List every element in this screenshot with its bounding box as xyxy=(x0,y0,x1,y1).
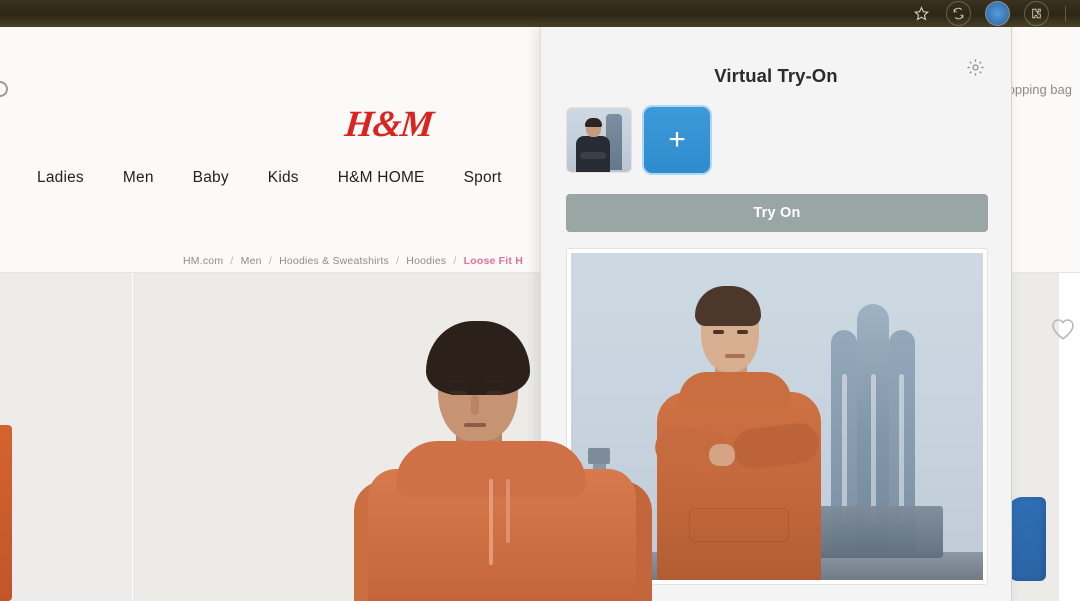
breadcrumb-item-hoodies[interactable]: Hoodies xyxy=(406,255,446,267)
result-person-hood xyxy=(679,372,791,408)
screen: H&M opping bag Ladies Men Baby Kids H&M … xyxy=(0,0,1080,601)
blue-garment-thumbnail[interactable] xyxy=(1008,497,1046,581)
active-extension-icon[interactable] xyxy=(985,1,1010,26)
result-person xyxy=(649,280,839,580)
result-rocket-stripe-right xyxy=(899,374,904,524)
result-person-hoodie-pocket xyxy=(689,508,789,542)
bookmark-star-icon[interactable] xyxy=(910,3,932,25)
model-brow-right xyxy=(485,379,505,383)
search-icon[interactable] xyxy=(0,81,8,97)
nav-item-hm-home[interactable]: H&M HOME xyxy=(338,169,425,187)
model-drawstring-right xyxy=(506,479,510,543)
orange-garment-sliver xyxy=(0,425,12,601)
result-person-eye-left xyxy=(713,330,724,334)
shopping-bag-label[interactable]: opping bag xyxy=(1008,82,1072,97)
model-mouth xyxy=(464,423,486,427)
result-person-hoodie xyxy=(657,392,821,580)
panel-title: Virtual Try-On xyxy=(714,65,838,86)
breadcrumb-current-product: Loose Fit H xyxy=(463,255,523,267)
breadcrumb-separator: / xyxy=(268,255,272,267)
gear-icon[interactable] xyxy=(961,53,989,81)
hm-logo[interactable]: H&M xyxy=(343,103,435,146)
breadcrumb-separator: / xyxy=(396,255,400,267)
breadcrumb-item-home[interactable]: HM.com xyxy=(183,255,223,267)
breadcrumb-item-hoodies-sweatshirts[interactable]: Hoodies & Sweatshirts xyxy=(279,255,389,267)
heart-icon[interactable] xyxy=(1050,317,1076,341)
nav-item-kids[interactable]: Kids xyxy=(268,169,299,187)
result-person-mouth xyxy=(725,354,745,358)
thumbnail-person xyxy=(575,118,611,172)
result-rocket-stripe-left xyxy=(842,374,847,524)
person-photo-thumbnail[interactable] xyxy=(566,107,632,173)
thumbnail-person-arms xyxy=(580,152,606,159)
nav-item-baby[interactable]: Baby xyxy=(193,169,229,187)
model-eye-right xyxy=(486,391,503,395)
source-image-thumbnails: + xyxy=(566,107,710,173)
result-person-hair xyxy=(695,286,761,326)
result-rocket-stripe-center xyxy=(871,374,876,524)
breadcrumb-separator: / xyxy=(230,255,234,267)
nav-item-ladies[interactable]: Ladies xyxy=(37,169,84,187)
result-person-eye-right xyxy=(737,330,748,334)
model-nose xyxy=(471,395,479,415)
model-brow-left xyxy=(448,379,468,383)
nav-item-sport[interactable]: Sport xyxy=(464,169,502,187)
try-on-button[interactable]: Try On xyxy=(566,194,988,232)
model-hair xyxy=(426,321,530,395)
add-photo-button[interactable]: + xyxy=(644,107,710,173)
model-eye-left xyxy=(450,391,467,395)
breadcrumb-item-men[interactable]: Men xyxy=(241,255,262,267)
toolbar-divider xyxy=(1065,6,1066,21)
breadcrumb-separator: / xyxy=(453,255,457,267)
gallery-image-left[interactable] xyxy=(0,273,133,601)
extensions-puzzle-icon[interactable] xyxy=(1024,1,1049,26)
nav-item-men[interactable]: Men xyxy=(123,169,154,187)
breadcrumb: HM.com / Men / Hoodies & Sweatshirts / H… xyxy=(183,255,523,267)
browser-toolbar xyxy=(0,0,1080,27)
model-drawstring-left xyxy=(489,479,493,565)
thumbnail-person-hair xyxy=(585,118,602,127)
result-launch-tower-top xyxy=(588,448,610,464)
result-person-hand xyxy=(709,444,735,466)
profile-icon[interactable] xyxy=(946,1,971,26)
